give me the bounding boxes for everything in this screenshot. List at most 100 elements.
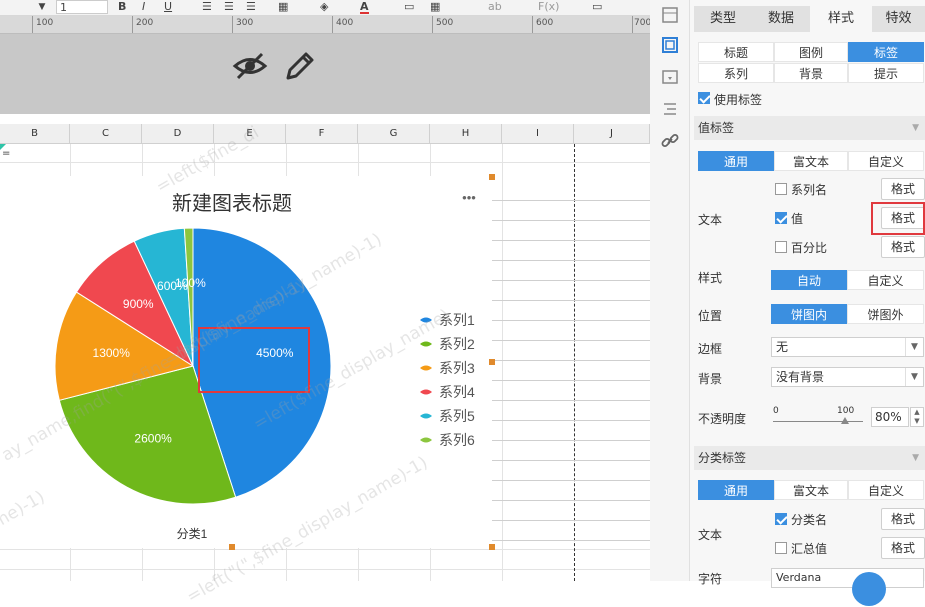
pie-chart-widget[interactable]: 新建图表标题 ••• 4500% 2600% 1300% 900% 600% 100% 系… [0, 174, 495, 550]
category-label-section[interactable]: 分类标签 ▼ [694, 446, 925, 470]
legend-item[interactable]: 系列6 [439, 432, 475, 448]
percent-checkbox[interactable] [775, 241, 787, 253]
grid-icon[interactable]: ▦ [430, 0, 440, 14]
tab-type[interactable]: 类型 [694, 6, 752, 32]
summary-format-button[interactable]: 格式 [881, 537, 925, 559]
legend-marker [420, 341, 432, 347]
font-select[interactable]: Verdana [771, 568, 924, 588]
chart-title[interactable]: 新建图表标题 [172, 192, 292, 215]
hyperlink-icon[interactable] [661, 132, 679, 150]
resize-handle[interactable] [489, 174, 495, 180]
background-select-value: 没有背景 [776, 370, 825, 384]
collapse-arrow-icon[interactable]: ▼ [912, 116, 919, 140]
style-auto-button[interactable]: 自动 [771, 270, 847, 290]
subtab-legend[interactable]: 图例 [774, 42, 848, 62]
column-header-e[interactable]: E [214, 124, 286, 144]
align-left-icon[interactable]: ☰ [202, 0, 212, 14]
opacity-slider-thumb[interactable] [841, 417, 849, 424]
align-right-icon[interactable]: ☰ [246, 0, 256, 14]
align-center-icon[interactable]: ☰ [224, 0, 234, 14]
text-style-icon[interactable]: ab [488, 0, 502, 14]
opacity-stepper[interactable]: ▲ ▼ [910, 407, 924, 427]
percent-format-button[interactable]: 格式 [881, 236, 925, 258]
border-label: 边框 [698, 342, 723, 356]
chart-properties-icon[interactable] [661, 36, 679, 54]
series-name-checkbox[interactable] [775, 183, 787, 195]
horizontal-ruler: 100 200 300 400 500 600 700 [0, 16, 650, 34]
data-label: 4500% [256, 346, 294, 360]
edit-pencil-icon[interactable] [284, 50, 316, 82]
style-custom-button[interactable]: 自定义 [847, 270, 924, 290]
column-header-g[interactable]: G [358, 124, 430, 144]
legend-item[interactable]: 系列4 [439, 384, 475, 400]
border-icon[interactable]: ▦ [278, 0, 288, 14]
font-size-select[interactable]: 1 [56, 0, 108, 14]
subtab-series[interactable]: 系列 [698, 63, 774, 83]
resize-handle[interactable] [489, 359, 495, 365]
use-label-checkbox[interactable] [698, 92, 710, 104]
section-title: 值标签 [698, 121, 735, 135]
tab-effects[interactable]: 特效 [872, 6, 925, 32]
category-name-checkbox[interactable] [775, 513, 787, 525]
format-toolbar: ▼ 1 B I U ☰ ☰ ☰ ▦ ◈ A ▭ ▦ ab F(x) ▭ [0, 0, 650, 16]
italic-button[interactable]: I [142, 0, 145, 14]
category-mode-tab-richtext[interactable]: 富文本 [774, 480, 848, 500]
summary-checkbox[interactable] [775, 542, 787, 554]
column-header-j[interactable]: J [574, 124, 650, 144]
value-checkbox[interactable] [775, 212, 787, 224]
ruler-tick: 100 [36, 18, 54, 28]
data-label: 2600% [134, 432, 172, 446]
legend-item[interactable]: 系列2 [439, 336, 475, 352]
underline-button[interactable]: U [164, 0, 172, 14]
subtab-tooltip[interactable]: 提示 [848, 63, 924, 83]
hide-eye-icon[interactable] [232, 51, 268, 81]
dropdown-arrow-icon[interactable]: ▼ [34, 0, 50, 14]
subtab-label[interactable]: 标签 [848, 42, 924, 62]
mode-tab-general[interactable]: 通用 [698, 151, 774, 171]
widget-properties-icon[interactable] [661, 68, 679, 86]
position-inside-button[interactable]: 饼图内 [771, 304, 847, 324]
opacity-slider-track[interactable] [773, 421, 863, 422]
chart-menu-icon[interactable]: ••• [462, 190, 476, 205]
category-mode-tab-custom[interactable]: 自定义 [848, 480, 924, 500]
series-name-format-button[interactable]: 格式 [881, 178, 925, 200]
column-header-d[interactable]: D [142, 124, 214, 144]
value-label-section[interactable]: 值标签 ▼ [694, 116, 925, 140]
style-label: 样式 [698, 271, 723, 285]
border-select[interactable]: 无 ▼ [771, 337, 924, 357]
font-color-button[interactable]: A [360, 0, 369, 14]
resize-handle[interactable] [229, 544, 235, 550]
mode-tab-custom[interactable]: 自定义 [848, 151, 924, 171]
column-header-c[interactable]: C [70, 124, 142, 144]
position-outside-button[interactable]: 饼图外 [847, 304, 924, 324]
mode-tab-richtext[interactable]: 富文本 [774, 151, 848, 171]
legend-item[interactable]: 系列3 [439, 360, 475, 376]
column-header-b[interactable]: B [0, 124, 70, 144]
image-icon[interactable]: ▭ [592, 0, 602, 14]
help-bubble-icon[interactable] [852, 572, 886, 606]
cell-properties-icon[interactable] [661, 6, 679, 24]
tab-style[interactable]: 样式 [810, 6, 872, 32]
column-header-i[interactable]: I [502, 124, 574, 144]
fill-color-icon[interactable]: ◈ [320, 0, 328, 14]
legend-item[interactable]: 系列5 [439, 408, 475, 424]
subtab-background[interactable]: 背景 [774, 63, 848, 83]
category-name-label: 分类名 [791, 513, 828, 527]
legend-item[interactable]: 系列1 [439, 312, 475, 328]
percent-label: 百分比 [791, 241, 828, 255]
background-select[interactable]: 没有背景 ▼ [771, 367, 924, 387]
bold-button[interactable]: B [118, 0, 126, 14]
category-name-format-button[interactable]: 格式 [881, 508, 925, 530]
tab-data[interactable]: 数据 [752, 6, 810, 32]
category-mode-tab-general[interactable]: 通用 [698, 480, 774, 500]
formula-icon[interactable]: F(x) [538, 0, 559, 14]
column-header-f[interactable]: F [286, 124, 358, 144]
collapse-arrow-icon[interactable]: ▼ [912, 446, 919, 470]
opacity-min-label: 0 [773, 406, 779, 416]
condition-icon[interactable] [661, 100, 679, 118]
merge-icon[interactable]: ▭ [404, 0, 414, 14]
resize-handle[interactable] [489, 544, 495, 550]
opacity-input[interactable]: 80% [871, 407, 909, 427]
column-header-h[interactable]: H [430, 124, 502, 144]
subtab-title[interactable]: 标题 [698, 42, 774, 62]
